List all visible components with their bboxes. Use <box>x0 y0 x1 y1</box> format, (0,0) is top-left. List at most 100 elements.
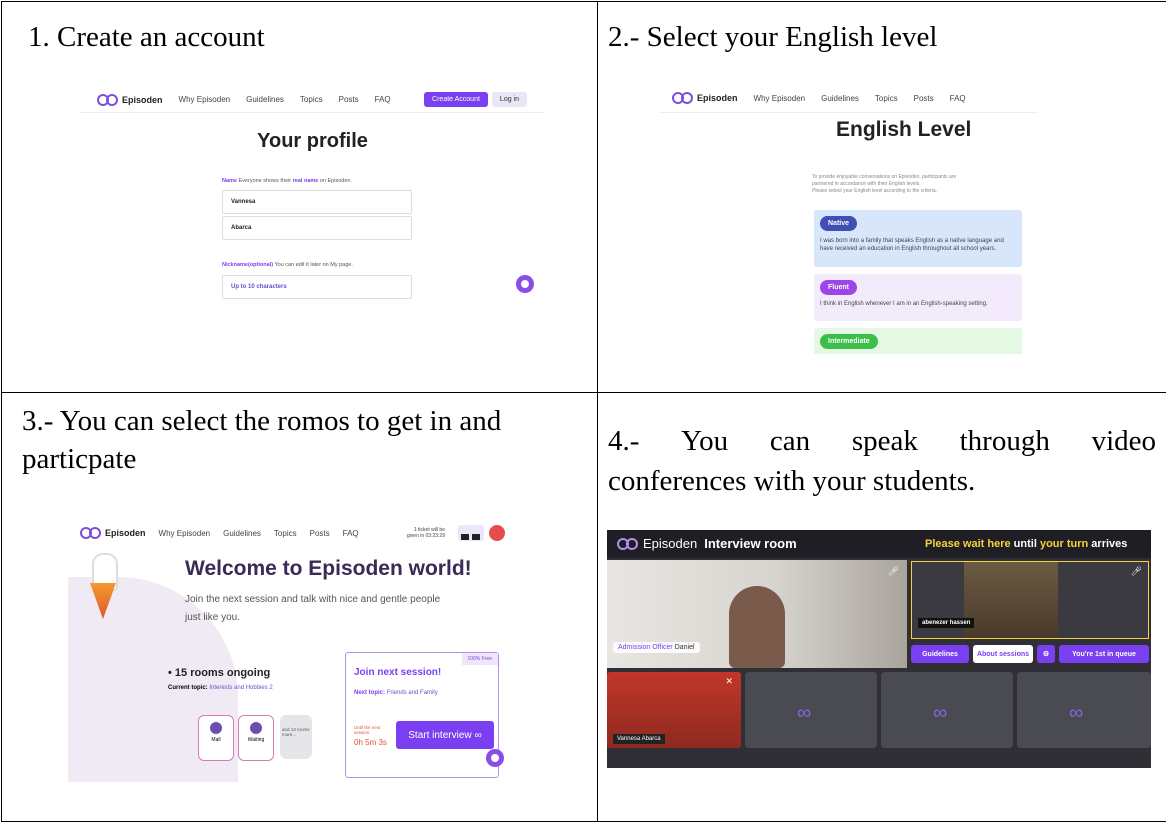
room-card-mall-label: Mall <box>211 737 221 743</box>
empty-tile-2: ∞ <box>881 672 1013 748</box>
nav-posts[interactable]: Posts <box>914 94 934 103</box>
start-interview-label: Start interview <box>408 729 472 741</box>
wait-pre: Please wait here <box>925 538 1011 550</box>
officer-figure <box>729 586 785 668</box>
next-topic: Next topic: Friends and Family <box>354 690 438 696</box>
nav-why[interactable]: Why Episoden <box>179 95 231 104</box>
episoden-logo-icon: ∞ <box>1069 702 1084 724</box>
nav-topics[interactable]: Topics <box>300 95 323 104</box>
settings-icon[interactable]: ⚙ <box>1037 645 1055 663</box>
level-card-fluent[interactable]: Fluent I think in English whenever I am … <box>814 274 1022 321</box>
level-desc-native-2: have received an education in English th… <box>820 246 997 252</box>
brand-name: Episoden <box>697 93 738 103</box>
brand-logo: Episoden <box>97 93 163 106</box>
nav-why[interactable]: Why Episoden <box>754 94 806 103</box>
room-card-waiting[interactable]: Waiting <box>238 715 274 761</box>
brand-name: Episoden <box>643 536 698 551</box>
nav-guidelines[interactable]: Guidelines <box>246 95 284 104</box>
welcome-subtitle-1: Join the next session and talk with nice… <box>185 594 441 605</box>
last-name-field[interactable]: Abarca <box>222 216 412 240</box>
level-desc-fluent: I think in English whenever I am in an E… <box>820 301 988 307</box>
nav-divider <box>80 112 545 113</box>
create-account-button[interactable]: Create Account <box>424 92 488 107</box>
nav-topics[interactable]: Topics <box>274 529 297 538</box>
nav-why[interactable]: Why Episoden <box>159 529 211 538</box>
screenshot-create-account: Episoden Why Episoden Guidelines Topics … <box>80 84 545 356</box>
officer-video: 🎤︎ Admission Officer Daniel <box>607 560 907 668</box>
cell-2-caption: 2.- Select your English level <box>608 21 938 53</box>
document-table: 1. Create an account Episoden Why Episod… <box>0 0 1166 823</box>
nav-faq[interactable]: FAQ <box>375 95 391 104</box>
cell-1-caption: 1. Create an account <box>28 21 265 53</box>
episoden-logo-icon: ∞ <box>933 702 948 724</box>
level-pill-fluent: Fluent <box>820 280 857 295</box>
room-title: Interview room <box>704 536 797 551</box>
chat-icon[interactable] <box>486 749 504 767</box>
episoden-logo-icon <box>617 537 638 550</box>
avatar[interactable] <box>489 525 505 541</box>
cell-4-caption-line-2: conferences with your students. <box>608 465 976 497</box>
nav-faq[interactable]: FAQ <box>343 529 359 538</box>
self-label: Vannesa Abarca <box>613 734 665 744</box>
level-card-native[interactable]: Native I was born into a family that spe… <box>814 210 1022 267</box>
screenshot-interview-room: Episoden Interview room Please wait here… <box>607 530 1151 768</box>
nickname-field[interactable]: Up to 10 characters <box>222 275 412 299</box>
screenshot-welcome: Episoden Why Episoden Guidelines Topics … <box>68 517 520 782</box>
room-card-mall[interactable]: Mall <box>198 715 234 761</box>
student-figure <box>964 562 1058 638</box>
login-button[interactable]: Log in <box>491 92 527 107</box>
table-middle-border <box>1 392 1166 393</box>
table-column-divider <box>597 1 598 822</box>
room-header: Episoden Interview room Please wait here… <box>607 530 1151 558</box>
ticket-timer: 1 ticket will be given in 03:23:29 <box>407 527 445 539</box>
nickname-hint-text: You can edit it later on My page. <box>274 262 353 268</box>
room-card-more[interactable]: and 13 rooms more... <box>280 715 312 759</box>
nickname-label: Nickname(optional) <box>222 262 274 268</box>
mic-icon[interactable]: 🎤︎ <box>1131 566 1142 577</box>
name-hint: Name Everyone shows their real name on E… <box>222 178 352 184</box>
caption-word-5: through <box>959 425 1050 457</box>
nav-faq[interactable]: FAQ <box>950 94 966 103</box>
welcome-title: Welcome to Episoden world! <box>185 557 472 580</box>
next-topic-value: Friends and Family <box>386 690 438 696</box>
nav-divider <box>660 112 1038 113</box>
episoden-logo-icon <box>80 527 101 539</box>
level-pill-intermediate: Intermediate <box>820 334 878 349</box>
officer-name: Daniel <box>674 644 695 651</box>
join-session-card: 100% Free Join next session! Next topic:… <box>345 652 499 778</box>
wait-post: arrives <box>1091 538 1128 550</box>
guidelines-button[interactable]: Guidelines <box>911 645 969 663</box>
level-desc-native: I was born into a family that speaks Eng… <box>820 237 1016 253</box>
name-hint-label: Name <box>222 178 237 184</box>
nav-guidelines[interactable]: Guidelines <box>821 94 859 103</box>
cell-3-caption-line-2: particpate <box>22 443 137 475</box>
caption-word-6: video <box>1091 425 1156 457</box>
ticket-timer-line-2: given in 03:23:29 <box>406 533 445 539</box>
nav-topics[interactable]: Topics <box>875 94 898 103</box>
current-topic: Current topic: Interests and Hobbies 2 <box>168 685 346 691</box>
first-name-field[interactable]: Vannesa <box>222 190 412 214</box>
welcome-subtitle-2: just like you. <box>185 612 241 623</box>
name-hint-text: Everyone shows their <box>238 178 292 184</box>
start-interview-button[interactable]: Start interview ∞ <box>396 721 494 749</box>
free-badge: 100% Free <box>461 653 498 665</box>
wait-mid: until <box>1013 538 1037 550</box>
nav-posts[interactable]: Posts <box>310 529 330 538</box>
name-hint-tail: on Episoden. <box>319 178 352 184</box>
nav-guidelines[interactable]: Guidelines <box>223 529 261 538</box>
nav-posts[interactable]: Posts <box>339 95 359 104</box>
chat-icon[interactable] <box>516 275 534 293</box>
tickets-icon <box>458 525 484 541</box>
screenshot-english-level: Episoden Why Episoden Guidelines Topics … <box>660 84 1038 354</box>
level-pill-native: Native <box>820 216 858 231</box>
level-card-intermediate[interactable]: Intermediate <box>814 328 1022 354</box>
intro-line-1: To provide enjoyable conversations on Ep… <box>812 174 957 180</box>
brand-logo: Episoden <box>80 527 146 539</box>
mic-icon[interactable]: 🎤︎ <box>888 566 899 577</box>
intro-line-3: Please select your English level accordi… <box>812 188 938 194</box>
nav-bar: Episoden Why Episoden Guidelines Topics … <box>80 525 505 541</box>
current-topic-label: Current topic: <box>168 685 208 691</box>
about-sessions-button[interactable]: About sessions <box>973 645 1033 663</box>
mic-off-icon[interactable]: ✕ <box>725 676 733 687</box>
intro-text: To provide enjoyable conversations on Ep… <box>812 174 956 195</box>
